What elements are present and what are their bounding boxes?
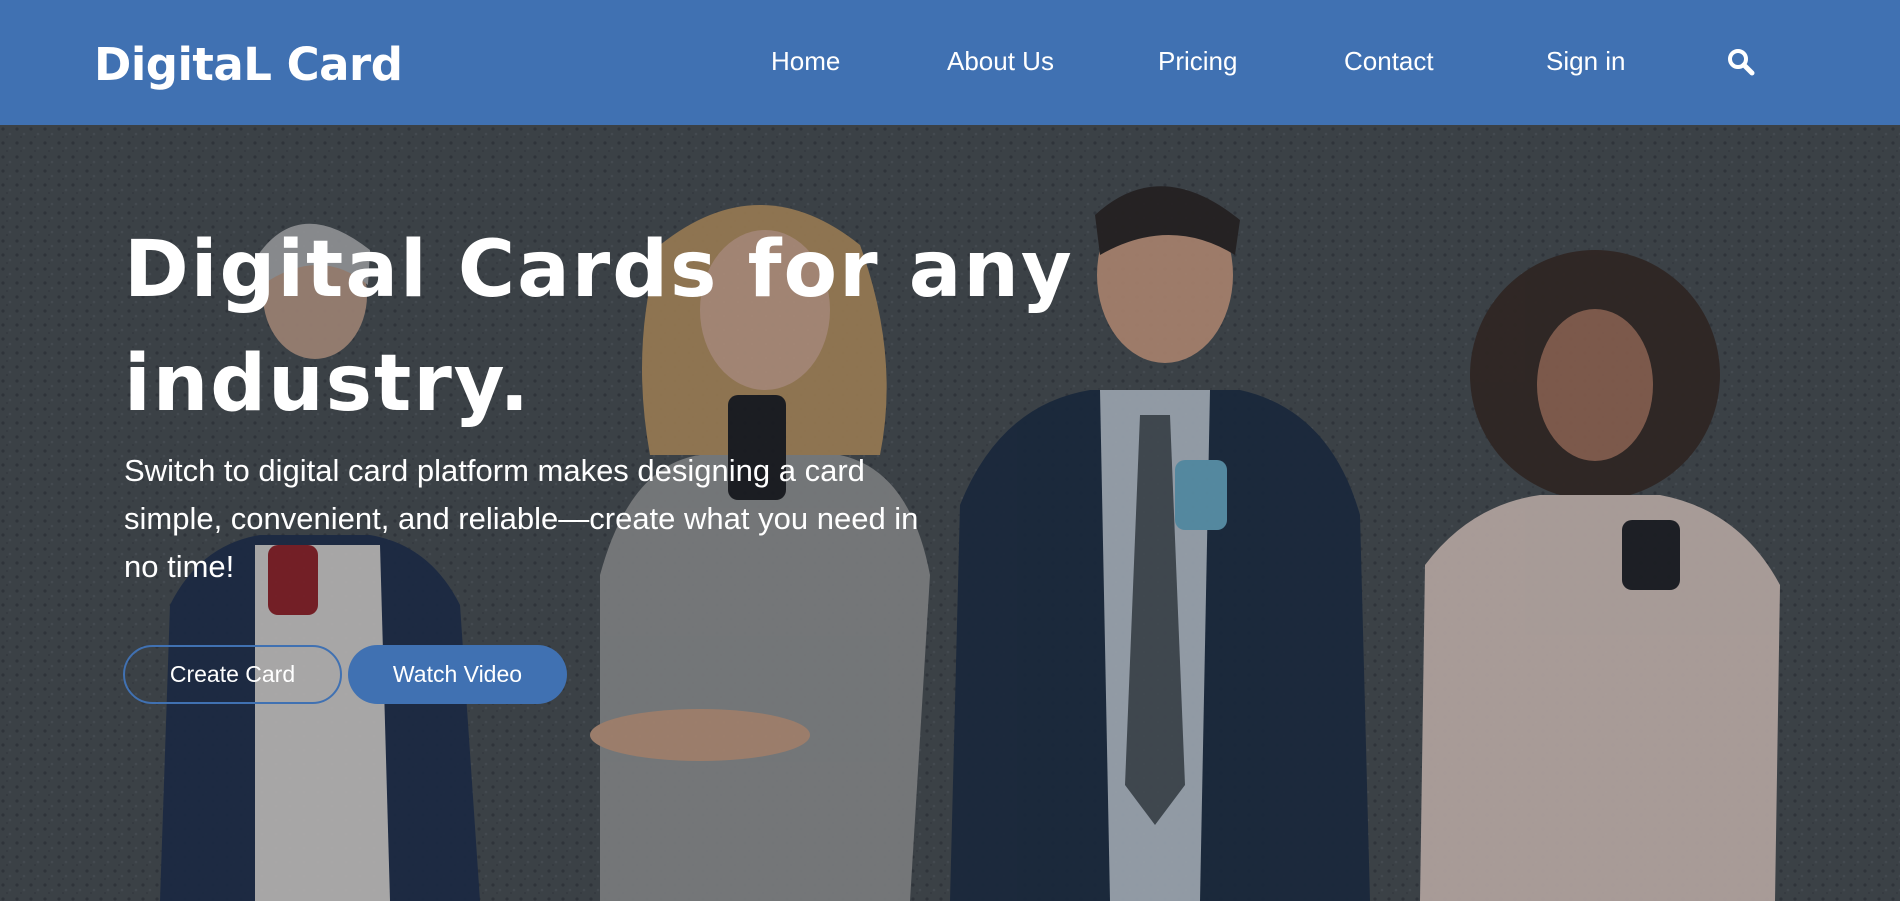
hero-subtext: Switch to digital card platform makes de…	[124, 453, 919, 584]
nav-pricing[interactable]: Pricing	[1158, 46, 1237, 77]
search-icon[interactable]	[1726, 47, 1756, 77]
brand-logo[interactable]: DigitaL Card	[94, 38, 403, 91]
hero-section: Digital Cards for any industry. Switch t…	[0, 125, 1900, 901]
nav-about-us[interactable]: About Us	[947, 46, 1054, 77]
hero-headline: Digital Cards for any industry.	[124, 225, 1074, 429]
top-navbar: DigitaL Card Home About Us Pricing Conta…	[0, 0, 1900, 125]
create-card-button[interactable]: Create Card	[123, 645, 342, 704]
nav-sign-in[interactable]: Sign in	[1546, 46, 1626, 77]
nav-contact[interactable]: Contact	[1344, 46, 1434, 77]
nav-home[interactable]: Home	[771, 46, 840, 77]
watch-video-button[interactable]: Watch Video	[348, 645, 567, 704]
